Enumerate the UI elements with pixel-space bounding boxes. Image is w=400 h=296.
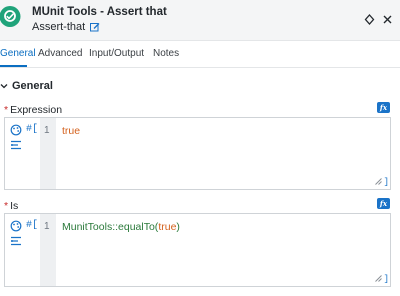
code-function: MunitTools::equalTo( xyxy=(62,221,159,233)
editor-toolbar xyxy=(5,214,27,286)
expression-label: * Expression xyxy=(4,104,62,116)
tab-input-output[interactable]: Input/Output xyxy=(89,48,144,59)
active-tab-indicator xyxy=(0,65,27,67)
resize-handle-icon[interactable] xyxy=(375,178,382,185)
is-fx-button[interactable]: fx xyxy=(377,198,390,209)
section-general[interactable]: General xyxy=(0,80,53,92)
mapping-icon[interactable] xyxy=(10,139,22,151)
tab-general[interactable]: General xyxy=(0,48,36,59)
line-number: 1 xyxy=(44,125,50,136)
close-bracket: ] xyxy=(383,274,389,284)
close-icon xyxy=(383,15,391,23)
resize-handle-icon[interactable] xyxy=(375,275,382,282)
is-label-text: Is xyxy=(10,200,19,212)
dw-prefix: #[ xyxy=(26,124,39,135)
component-name-label: Assert-that xyxy=(32,21,86,33)
line-gutter: 1 xyxy=(40,118,56,189)
required-marker: * xyxy=(4,200,9,212)
palette-icon[interactable] xyxy=(10,124,22,136)
is-label: * Is xyxy=(4,200,18,212)
pin-button[interactable] xyxy=(362,12,376,26)
expression-editor[interactable]: #[ 1 true ] xyxy=(4,117,391,190)
line-number: 1 xyxy=(44,221,50,232)
section-title: General xyxy=(12,80,53,92)
dw-prefix: #[ xyxy=(26,220,39,231)
tab-advanced[interactable]: Advanced xyxy=(38,48,82,59)
mapping-icon[interactable] xyxy=(10,235,22,247)
code-argument: true xyxy=(158,221,177,233)
required-marker: * xyxy=(4,104,9,116)
expression-label-text: Expression xyxy=(10,104,63,116)
is-code[interactable]: MunitTools::equalTo(true) xyxy=(62,221,180,233)
expression-code[interactable]: true xyxy=(62,125,80,137)
pin-icon xyxy=(364,13,374,25)
is-editor[interactable]: #[ 1 MunitTools::equalTo(true) ] xyxy=(4,213,391,287)
page-title: MUnit Tools - Assert that xyxy=(32,6,167,18)
tab-bar: General Advanced Input/Output Notes xyxy=(0,42,400,68)
close-button[interactable] xyxy=(380,12,394,26)
editor-toolbar xyxy=(5,118,27,189)
code-paren: ) xyxy=(176,221,180,233)
close-bracket: ] xyxy=(383,177,389,187)
component-name: Assert-that xyxy=(32,21,100,33)
munit-logo-icon xyxy=(0,6,21,27)
palette-icon[interactable] xyxy=(10,220,22,232)
tab-notes[interactable]: Notes xyxy=(153,48,179,59)
expression-fx-button[interactable]: fx xyxy=(377,102,390,113)
chevron-down-icon xyxy=(0,84,8,89)
panel-header: MUnit Tools - Assert that Assert-that xyxy=(0,0,400,41)
edit-icon[interactable] xyxy=(90,22,100,32)
line-gutter: 1 xyxy=(40,214,56,286)
